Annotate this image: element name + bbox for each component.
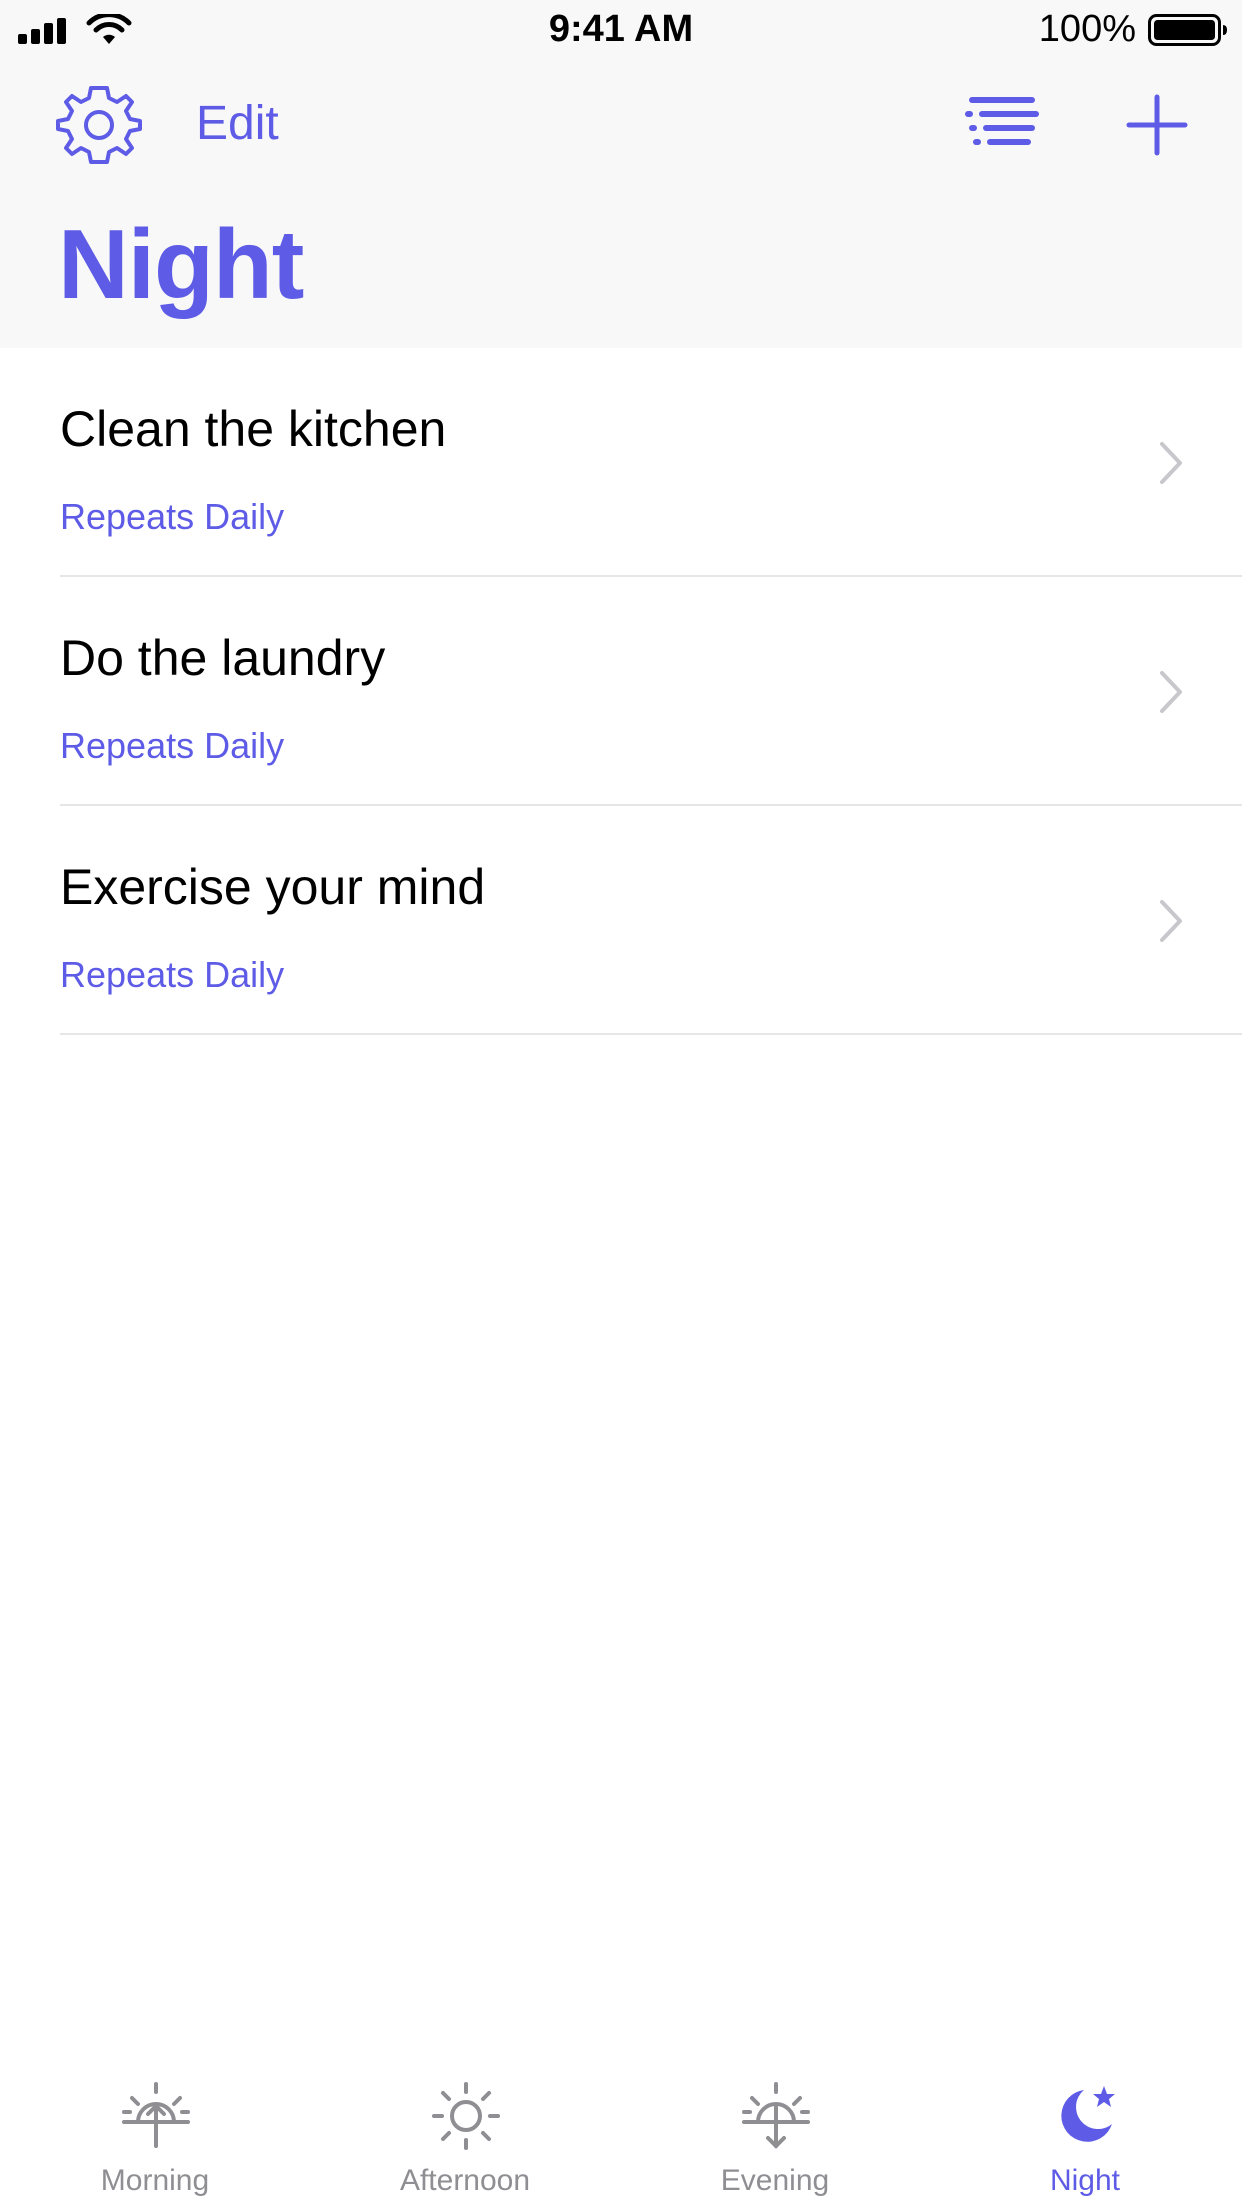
task-repeat-label: Repeats Daily — [60, 954, 285, 995]
moon-star-icon — [1061, 2086, 1115, 2142]
status-bar: 9:41 AM 100% — [0, 0, 1242, 60]
edit-button[interactable]: Edit — [196, 96, 279, 151]
task-title: Do the laundry — [60, 630, 386, 686]
tab-afternoon[interactable]: Afternoon — [310, 2062, 620, 2208]
chevron-right-icon — [1160, 900, 1182, 942]
page-title: Night — [58, 209, 304, 319]
battery-percentage: 100% — [1038, 8, 1136, 50]
chevron-right-icon — [1160, 671, 1182, 713]
tab-label: Morning — [100, 2164, 210, 2197]
tab-morning[interactable]: Morning — [0, 2062, 310, 2208]
tab-evening[interactable]: Evening — [620, 2062, 930, 2208]
battery-icon — [1148, 14, 1227, 46]
sunrise-icon — [122, 2082, 190, 2148]
sunset-icon — [742, 2082, 810, 2149]
add-icon[interactable] — [1126, 94, 1188, 156]
tab-night[interactable]: Night — [930, 2062, 1240, 2208]
task-row-clean-kitchen[interactable]: Clean the kitchen Repeats Daily — [0, 348, 1242, 577]
task-list: Clean the kitchen Repeats Daily Do the l… — [0, 348, 1242, 1035]
tab-label: Evening — [720, 2164, 830, 2197]
task-row-exercise-mind[interactable]: Exercise your mind Repeats Daily — [0, 806, 1242, 1035]
tab-bar: Morning Afternoon Evening Night — [0, 2062, 1242, 2208]
sort-list-icon[interactable] — [964, 94, 1040, 156]
tab-label: Afternoon — [399, 2164, 531, 2197]
tab-label: Night — [1049, 2164, 1121, 2197]
task-repeat-label: Repeats Daily — [60, 725, 285, 766]
navigation-bar: Edit Night — [0, 60, 1242, 348]
row-divider — [60, 1033, 1242, 1035]
task-repeat-label: Repeats Daily — [60, 496, 285, 537]
settings-gear-icon[interactable] — [56, 82, 142, 168]
task-title: Clean the kitchen — [60, 401, 447, 457]
chevron-right-icon — [1160, 442, 1182, 484]
task-title: Exercise your mind — [60, 859, 486, 915]
task-row-laundry[interactable]: Do the laundry Repeats Daily — [0, 577, 1242, 806]
sun-icon — [432, 2082, 500, 2150]
